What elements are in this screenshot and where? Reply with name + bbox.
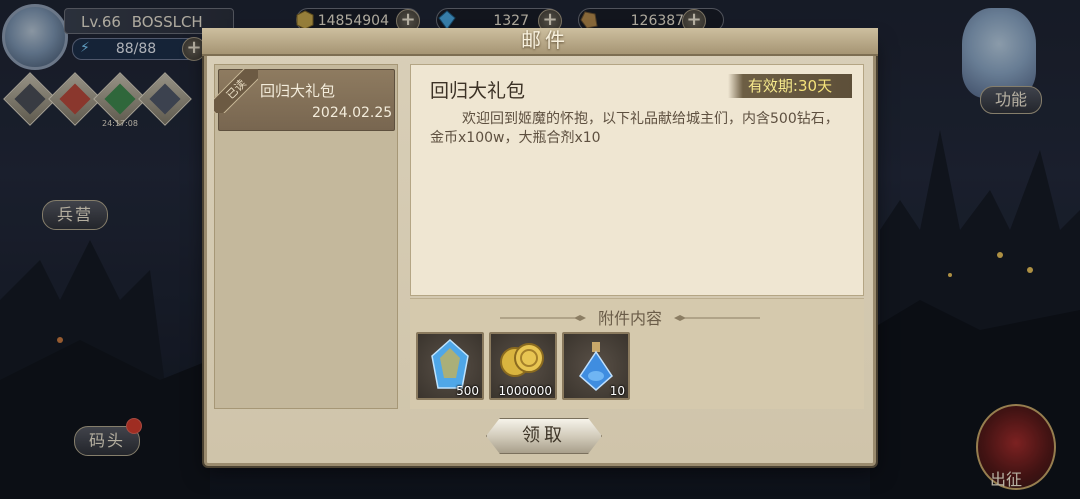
attachment-potion-count: 10 <box>609 384 625 398</box>
attachment-potion[interactable]: 10 <box>562 332 630 400</box>
mail-title: 回归大礼包 <box>430 80 526 102</box>
attachments-title: 附件内容 <box>597 309 662 328</box>
claim-button[interactable]: 领取 <box>486 418 602 454</box>
attachment-diamond[interactable]: 500 <box>416 332 484 400</box>
mail-item-date: 2024.02.25 <box>312 105 393 121</box>
validity-value: 30天 <box>797 77 833 95</box>
read-tag-label: 已读 <box>214 69 258 113</box>
read-tag: 已读 <box>214 69 258 113</box>
validity-badge: 有效期:30天 <box>728 74 852 98</box>
attachment-gold-count: 1000000 <box>498 384 552 398</box>
mail-dialog-title: 邮件 <box>521 28 569 52</box>
attachment-diamond-count: 500 <box>456 384 479 398</box>
attachment-gold[interactable]: 1000000 <box>489 332 557 400</box>
validity-label: 有效期: <box>747 77 798 95</box>
mail-item-title: 回归大礼包 <box>260 82 336 100</box>
mail-body: 欢迎回到姬魔的怀抱，以下礼品献给城主们，内含500钻石，金币x100w，大瓶合剂… <box>430 111 839 146</box>
